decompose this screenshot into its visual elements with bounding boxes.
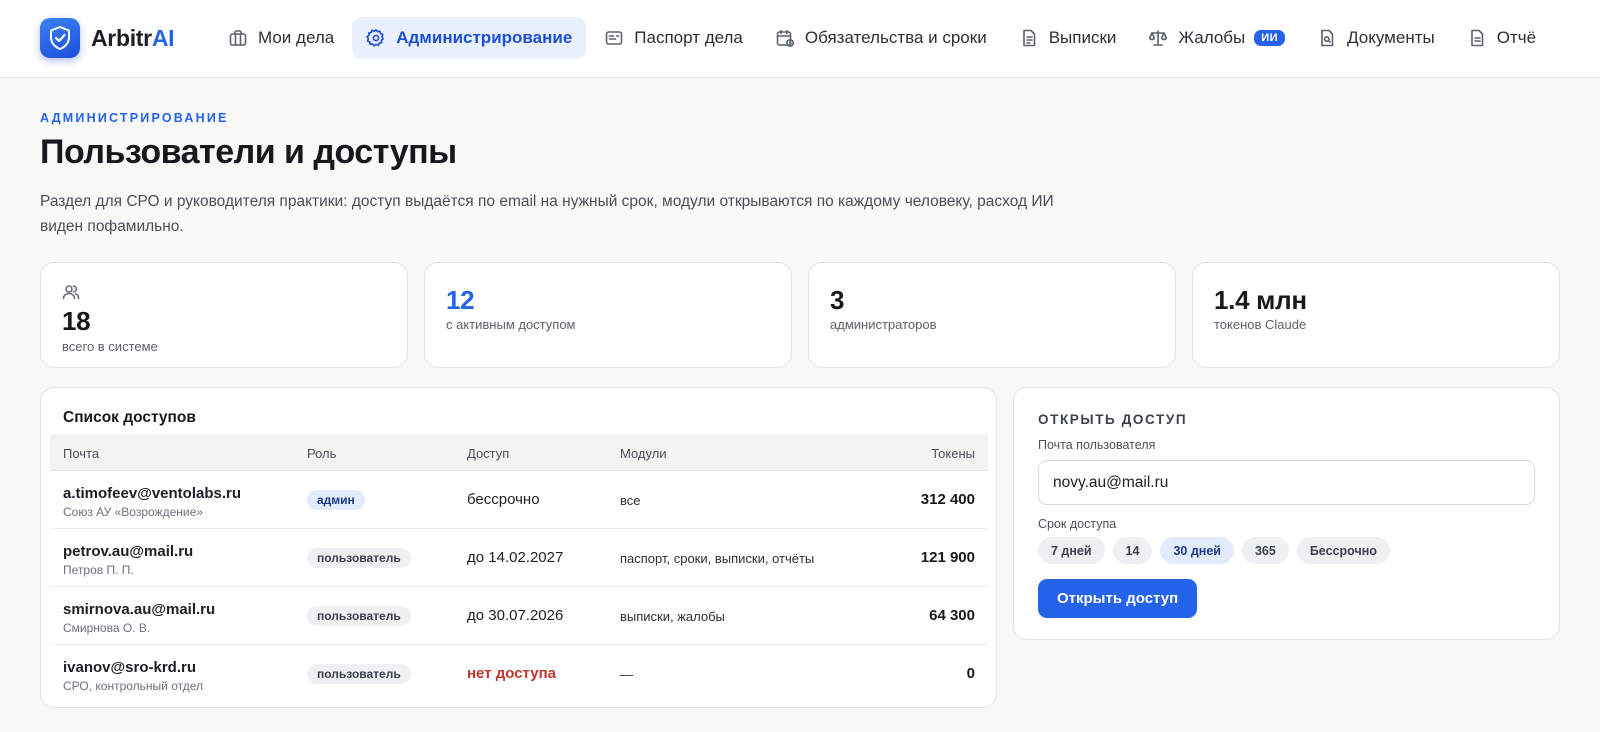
nav-item-obligations[interactable]: Обязательства и сроки <box>761 17 1001 59</box>
user-modules: — <box>620 667 633 682</box>
access-term: до 30.07.2026 <box>467 607 564 624</box>
app-name: ArbitrAI <box>91 24 175 52</box>
nav-item-complaints[interactable]: Жалобы ИИ <box>1134 17 1299 59</box>
term-chip-365[interactable]: 365 <box>1241 537 1289 564</box>
app-logo[interactable]: ArbitrAI <box>40 18 175 58</box>
nav-item-reports[interactable]: Отчё <box>1453 17 1550 59</box>
column-header-modules[interactable]: Модули <box>620 446 667 461</box>
table-header: Почта Роль Доступ Модули Токены <box>50 434 988 471</box>
user-organization: СРО, контрольный отдел <box>63 679 204 693</box>
gear-icon <box>366 29 385 47</box>
term-options: 7 дней 14 30 дней 365 Бессрочно <box>1038 537 1398 564</box>
access-term: до 14.02.2027 <box>467 549 564 566</box>
stat-value: 1.4 млн <box>1214 285 1307 315</box>
user-organization: Союз АУ «Возрождение» <box>63 505 203 519</box>
access-term: бессрочно <box>467 491 540 508</box>
stat-label: токенов Claude <box>1214 317 1307 332</box>
table-row[interactable]: a.timofeev@ventolabs.ru Союз АУ «Возрожд… <box>50 471 988 529</box>
nav-item-label: Мои дела <box>258 28 335 47</box>
nav-item-label: Обязательства и сроки <box>804 28 987 47</box>
user-email: petrov.au@mail.ru <box>63 543 194 560</box>
user-modules: выписки, жалобы <box>620 609 725 624</box>
main-nav: Мои дела Администрирование Паспорт дела … <box>214 17 1554 59</box>
term-chip-14[interactable]: 14 <box>1112 537 1153 564</box>
user-email: ivanov@sro-krd.ru <box>63 659 196 676</box>
user-email: smirnova.au@mail.ru <box>63 601 216 618</box>
user-organization: Петров П. П. <box>63 563 134 577</box>
term-chip-unlimited[interactable]: Бессрочно <box>1296 537 1390 564</box>
shield-check-icon <box>40 18 80 58</box>
nav-item-documents[interactable]: Документы <box>1303 17 1449 59</box>
column-header-access[interactable]: Доступ <box>467 446 509 461</box>
stat-value: 18 <box>62 306 91 336</box>
stat-label: всего в системе <box>62 339 158 354</box>
nav-item-label: Паспорт дела <box>634 28 743 47</box>
section-eyebrow: АДМИНИСТРИРОВАНИЕ <box>40 111 229 125</box>
column-header-role[interactable]: Роль <box>307 446 336 461</box>
nav-item-administration[interactable]: Администрирование <box>352 17 587 59</box>
stat-value: 12 <box>446 285 475 315</box>
nav-item-statements[interactable]: Выписки <box>1005 17 1131 59</box>
page-description: Раздел для СРО и руководителя практики: … <box>40 193 1054 235</box>
stat-label: администраторов <box>830 317 937 332</box>
role-badge: пользователь <box>307 606 411 626</box>
table-row[interactable]: ivanov@sro-krd.ru СРО, контрольный отдел… <box>50 645 988 703</box>
id-card-icon <box>605 31 623 45</box>
term-chip-30-days[interactable]: 30 дней <box>1160 537 1234 564</box>
table-row[interactable]: smirnova.au@mail.ru Смирнова О. В. польз… <box>50 587 988 645</box>
report-icon <box>1470 29 1484 47</box>
table-row[interactable]: petrov.au@mail.ru Петров П. П. пользоват… <box>50 529 988 587</box>
email-field-label: Почта пользователя <box>1038 438 1156 452</box>
open-access-button[interactable]: Открыть доступ <box>1038 579 1198 618</box>
stat-card-active-access: 12 с активным доступом <box>424 262 792 368</box>
nav-item-label: Администрирование <box>396 28 573 47</box>
nav-item-case-passport[interactable]: Паспорт дела <box>590 17 757 59</box>
user-email-field[interactable] <box>1038 460 1535 505</box>
column-header-tokens[interactable]: Токены <box>931 446 975 461</box>
app-name-main: Arbitr <box>91 24 152 51</box>
statement-icon <box>1022 29 1035 47</box>
briefcase-icon <box>229 30 247 46</box>
users-icon <box>62 285 80 300</box>
role-badge: пользователь <box>307 548 411 568</box>
document-search-icon <box>1321 29 1334 47</box>
top-navigation-bar: ArbitrAI Мои дела Администрирование Пасп… <box>0 0 1600 78</box>
access-list-card: Список доступов Почта Роль Доступ Модули… <box>40 387 997 708</box>
calendar-icon <box>776 29 794 48</box>
stat-card-total-users: 18 всего в системе <box>40 262 408 368</box>
token-count: 312 400 <box>920 491 975 508</box>
stat-card-claude-tokens: 1.4 млн токенов Claude <box>1192 262 1560 368</box>
token-count: 0 <box>966 665 975 682</box>
token-count: 121 900 <box>920 549 975 566</box>
ai-badge: ИИ <box>1254 30 1286 46</box>
user-modules: все <box>620 493 641 508</box>
access-list-title: Список доступов <box>63 409 196 426</box>
nav-item-label: Отчё <box>1496 28 1537 47</box>
user-organization: Смирнова О. В. <box>63 621 151 635</box>
stat-label: с активным доступом <box>446 317 576 332</box>
term-chip-7-days[interactable]: 7 дней <box>1038 537 1105 564</box>
role-badge: пользователь <box>307 664 411 684</box>
user-email: a.timofeev@ventolabs.ru <box>63 485 242 502</box>
term-field-label: Срок доступа <box>1038 517 1117 531</box>
scales-icon <box>1149 30 1168 46</box>
form-title: ОТКРЫТЬ ДОСТУП <box>1038 412 1188 427</box>
app-name-accent: AI <box>151 24 175 51</box>
token-count: 64 300 <box>929 607 975 624</box>
column-header-email[interactable]: Почта <box>63 446 99 461</box>
nav-item-label: Жалобы <box>1178 28 1246 47</box>
nav-item-label: Документы <box>1347 28 1435 47</box>
role-badge: админ <box>307 490 365 510</box>
open-access-form: ОТКРЫТЬ ДОСТУП Почта пользователя Срок д… <box>1013 387 1560 640</box>
nav-item-label: Выписки <box>1048 28 1117 47</box>
page-title: Пользователи и доступы <box>40 133 457 171</box>
user-modules: паспорт, сроки, выписки, отчёты <box>620 551 815 566</box>
stat-value: 3 <box>830 285 845 315</box>
nav-item-my-cases[interactable]: Мои дела <box>214 17 348 59</box>
access-term: нет доступа <box>467 665 557 682</box>
stat-card-admins: 3 администраторов <box>808 262 1176 368</box>
